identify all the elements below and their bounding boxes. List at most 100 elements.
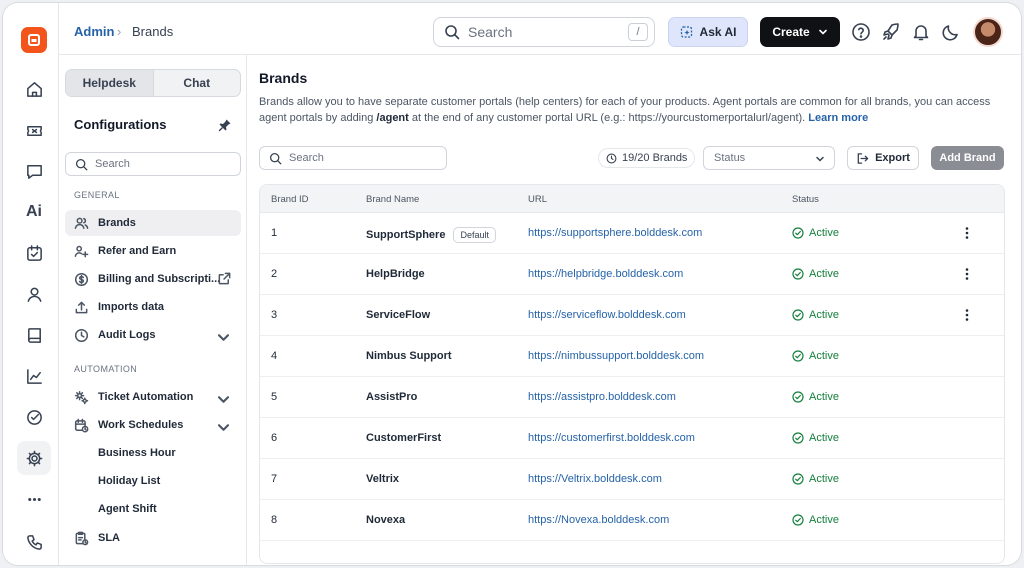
notifications-bell-icon[interactable] <box>911 22 931 42</box>
nav-item-business-hour[interactable]: Business Hour <box>65 440 241 466</box>
table-header: Brand ID Brand Name URL Status <box>260 185 1004 213</box>
brand-name-text: CustomerFirst <box>366 432 442 444</box>
home-icon[interactable] <box>17 72 51 106</box>
nav-item-audit-logs[interactable]: Audit Logs <box>65 322 241 348</box>
cell-brand-url-link[interactable]: https://customerfirst.bolddesk.com <box>528 432 695 444</box>
cell-brand-url-link[interactable]: https://assistpro.bolddesk.com <box>528 391 676 403</box>
nav-item-imports-data[interactable]: Imports data <box>65 294 241 320</box>
check-circle-icon <box>792 268 804 280</box>
chevron-down-icon[interactable] <box>216 420 231 435</box>
cell-brand-url-link[interactable]: https://supportsphere.bolddesk.com <box>528 227 702 239</box>
table-row[interactable]: 3 ServiceFlow https://serviceflow.bolddesk… <box>260 295 1004 336</box>
nav-item-ticket-automation[interactable]: Ticket Automation <box>65 384 241 410</box>
activities-icon[interactable] <box>17 400 51 434</box>
breadcrumb-admin[interactable]: Admin <box>74 24 114 39</box>
cell-brand-url-link[interactable]: https://serviceflow.bolddesk.com <box>528 309 686 321</box>
export-label: Export <box>875 152 910 164</box>
tab-chat[interactable]: Chat <box>154 70 241 96</box>
cell-brand-url-link[interactable]: https://Veltrix.bolddesk.com <box>528 473 662 485</box>
table-row[interactable]: 6 CustomerFirst https://customerfirst.bold… <box>260 418 1004 459</box>
external-link-icon[interactable] <box>217 271 232 286</box>
create-button[interactable]: Create <box>760 17 840 47</box>
add-brand-button[interactable]: Add Brand <box>931 146 1004 170</box>
status-filter-placeholder: Status <box>714 152 746 164</box>
help-icon[interactable] <box>851 22 871 42</box>
info-clock-icon <box>606 153 617 163</box>
learn-more-link[interactable]: Learn more <box>808 112 868 124</box>
check-circle-icon <box>792 514 804 526</box>
brand-name-text: ServiceFlow <box>366 309 431 321</box>
nav-item-sla[interactable]: SLA <box>65 525 241 551</box>
column-header-brand-id[interactable]: Brand ID <box>271 194 309 205</box>
check-circle-icon <box>792 432 804 444</box>
check-circle-icon <box>792 473 804 485</box>
cell-brand-url-link[interactable]: https://Novexa.bolddesk.com <box>528 514 669 526</box>
export-button[interactable]: Export <box>847 146 919 170</box>
reports-icon[interactable] <box>17 359 51 393</box>
pin-icon[interactable] <box>218 118 232 132</box>
billing-icon <box>74 272 89 286</box>
cell-brand-id: 4 <box>271 350 278 362</box>
row-more-options-icon[interactable] <box>960 307 974 326</box>
search-placeholder: Search <box>468 24 513 40</box>
upload-icon <box>75 301 88 313</box>
ai-icon[interactable]: Ai <box>17 195 51 229</box>
check-circle-icon <box>792 391 804 403</box>
tickets-icon[interactable] <box>17 113 51 147</box>
status-filter-select[interactable]: Status <box>703 146 835 170</box>
table-row[interactable]: 2 HelpBridge https://helpbridge.bolddesk.c… <box>260 254 1004 295</box>
nav-item-label: Refer and Earn <box>98 245 177 257</box>
settings-gear-icon[interactable] <box>17 441 51 475</box>
phone-icon[interactable] <box>17 525 51 559</box>
knowledge-base-icon[interactable] <box>17 318 51 352</box>
status-text: Active <box>809 227 839 239</box>
table-row[interactable]: 8 Novexa https://Novexa.bolddesk.com Active <box>260 500 1004 541</box>
nav-item-holiday-list[interactable]: Holiday List <box>65 468 241 494</box>
tasks-icon[interactable] <box>17 236 51 270</box>
brand-name-text: Novexa <box>366 514 406 526</box>
cell-brand-url-link[interactable]: https://helpbridge.bolddesk.com <box>528 268 683 280</box>
row-more-options-icon[interactable] <box>960 225 974 244</box>
cell-brand-name: AssistPro <box>366 391 417 403</box>
chevron-down-icon[interactable] <box>216 392 231 407</box>
table-row[interactable]: 7 Veltrix https://Veltrix.bolddesk.com Acti… <box>260 459 1004 500</box>
cell-brand-id: 7 <box>271 473 278 485</box>
column-header-status[interactable]: Status <box>792 194 819 205</box>
nav-item-agent-shift[interactable]: Agent Shift <box>65 496 241 522</box>
global-search-input[interactable]: Search / <box>433 17 655 47</box>
rocket-icon[interactable] <box>881 22 901 42</box>
column-header-url[interactable]: URL <box>528 194 547 205</box>
top-bar: Admin › Brands Search / Ask AI Create <box>59 3 1021 55</box>
nav-item-billing[interactable]: Billing and Subscripti... <box>65 266 241 292</box>
row-more-options-icon[interactable] <box>960 266 974 285</box>
user-avatar[interactable] <box>973 17 1003 47</box>
config-search-input[interactable]: Search <box>65 152 241 176</box>
cell-status: Active <box>792 350 839 362</box>
brand-search-input[interactable]: Search <box>259 146 447 170</box>
table-row[interactable]: 1 SupportSphere Default https://supportsphe… <box>260 213 1004 254</box>
table-row[interactable]: 5 AssistPro https://assistpro.bolddesk.com… <box>260 377 1004 418</box>
cell-brand-url-link[interactable]: https://nimbussupport.bolddesk.com <box>528 350 704 362</box>
cell-status: Active <box>792 227 839 239</box>
nav-item-work-schedules[interactable]: Work Schedules <box>65 412 241 438</box>
chat-icon[interactable] <box>17 154 51 188</box>
cell-status: Active <box>792 268 839 280</box>
cell-brand-id: 8 <box>271 514 278 526</box>
contacts-icon[interactable] <box>17 277 51 311</box>
cell-brand-name: Novexa <box>366 514 405 526</box>
cell-brand-name: HelpBridge <box>366 268 425 280</box>
chevron-down-icon[interactable] <box>216 330 231 345</box>
table-row[interactable]: 4 Nimbus Support https://nimbussupport.bol… <box>260 336 1004 377</box>
dark-mode-moon-icon[interactable] <box>941 22 961 42</box>
cell-brand-name: SupportSphere Default <box>366 227 496 243</box>
brand-name-text: SupportSphere <box>366 229 446 241</box>
app-logo-icon[interactable] <box>21 27 47 53</box>
nav-item-brands[interactable]: Brands <box>65 210 241 236</box>
more-icon[interactable] <box>17 482 51 516</box>
ask-ai-button[interactable]: Ask AI <box>668 17 748 47</box>
column-header-brand-name[interactable]: Brand Name <box>366 194 419 205</box>
check-circle-icon <box>792 309 804 321</box>
nav-item-refer-and-earn[interactable]: Refer and Earn <box>65 238 241 264</box>
tab-helpdesk[interactable]: Helpdesk <box>66 70 154 96</box>
export-icon <box>857 152 869 164</box>
